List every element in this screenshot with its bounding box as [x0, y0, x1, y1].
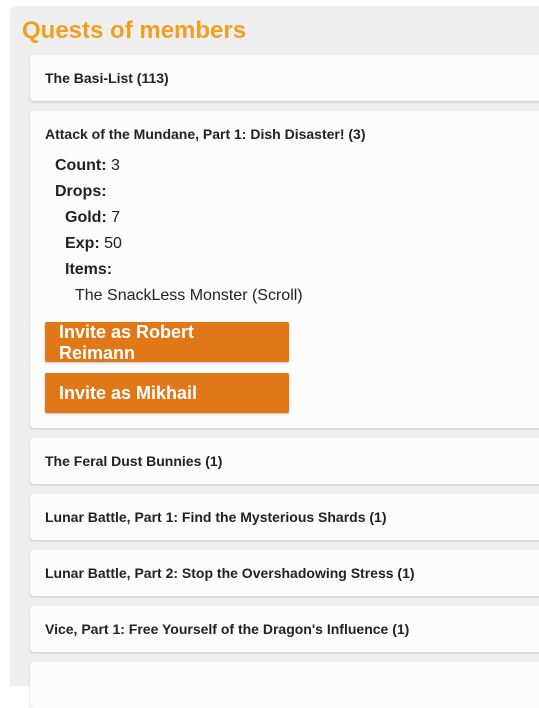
- exp-row: Exp: 50: [65, 231, 122, 257]
- items-row: Items:: [65, 257, 112, 283]
- drops-label: Drops:: [55, 183, 107, 200]
- count-value: 3: [110, 157, 120, 174]
- quest-card-feral-dust-bunnies[interactable]: The Feral Dust Bunnies (1): [30, 438, 539, 484]
- section-title: Quests of members: [22, 17, 247, 44]
- quest-card-vice-1[interactable]: Vice, Part 1: Free Yourself of the Drago…: [30, 606, 539, 652]
- quest-card-lunar-battle-1[interactable]: Lunar Battle, Part 1: Find the Mysteriou…: [30, 494, 539, 540]
- drops-row: Drops:: [55, 179, 107, 205]
- invite-as-mikhail-button[interactable]: Invite as Mikhail: [45, 373, 289, 413]
- quest-card-attack-of-the-mundane: Attack of the Mundane, Part 1: Dish Disa…: [30, 111, 539, 428]
- exp-label: Exp:: [65, 235, 100, 252]
- quest-card-header[interactable]: The Basi-List (113): [45, 55, 169, 101]
- quest-card-header[interactable]: Lunar Battle, Part 2: Stop the Overshado…: [45, 550, 415, 596]
- drop-item: The SnackLess Monster (Scroll): [75, 287, 303, 304]
- quest-card-partial[interactable]: [30, 662, 539, 708]
- quest-card-basi-list[interactable]: The Basi-List (113): [30, 55, 539, 101]
- quest-card-header[interactable]: Vice, Part 1: Free Yourself of the Drago…: [45, 606, 409, 652]
- count-row: Count: 3: [55, 153, 120, 179]
- gold-value: 7: [111, 209, 121, 226]
- gold-row: Gold: 7: [65, 205, 120, 231]
- items-label: Items:: [65, 261, 113, 278]
- count-label: Count:: [55, 157, 107, 174]
- quest-card-header[interactable]: The Feral Dust Bunnies (1): [45, 438, 222, 484]
- exp-value: 50: [104, 235, 122, 252]
- quest-card-header[interactable]: Lunar Battle, Part 1: Find the Mysteriou…: [45, 494, 387, 540]
- gold-label: Gold:: [65, 209, 107, 226]
- quest-card-header[interactable]: Attack of the Mundane, Part 1: Dish Disa…: [45, 111, 366, 157]
- invite-as-robert-reimann-button[interactable]: Invite as Robert Reimann: [45, 322, 289, 363]
- quest-card-lunar-battle-2[interactable]: Lunar Battle, Part 2: Stop the Overshado…: [30, 550, 539, 596]
